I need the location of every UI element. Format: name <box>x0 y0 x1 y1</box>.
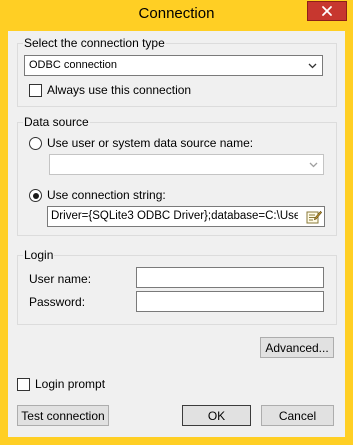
always-use-checkbox[interactable] <box>29 84 42 97</box>
password-field[interactable] <box>136 291 324 312</box>
dialog-body: Select the connection type ODBC connecti… <box>8 31 345 437</box>
login-prompt-checkbox[interactable] <box>17 378 30 391</box>
title-bar[interactable]: Connection <box>0 0 353 31</box>
connection-string-radio[interactable] <box>29 189 42 202</box>
connection-dialog: Connection Select the connection type OD… <box>0 0 353 445</box>
username-field[interactable] <box>136 267 324 288</box>
username-label: User name: <box>29 272 92 286</box>
connection-string-field[interactable]: Driver={SQLite3 ODBC Driver};database=C:… <box>47 206 325 227</box>
dsn-select[interactable] <box>49 154 324 175</box>
chevron-down-icon <box>308 63 317 69</box>
ok-button[interactable]: OK <box>182 405 251 426</box>
connection-type-group-label: Select the connection type <box>23 36 166 50</box>
test-connection-button[interactable]: Test connection <box>17 405 109 426</box>
chevron-down-icon <box>309 162 318 168</box>
close-button[interactable] <box>307 1 347 21</box>
dsn-radio[interactable] <box>29 137 42 150</box>
connection-string-radio-label: Use connection string: <box>47 188 166 202</box>
edit-connection-string-icon[interactable] <box>306 209 322 224</box>
advanced-button[interactable]: Advanced... <box>260 337 334 358</box>
dsn-radio-label: Use user or system data source name: <box>47 136 254 150</box>
login-prompt-label: Login prompt <box>35 377 106 391</box>
close-icon <box>322 6 332 16</box>
password-label: Password: <box>29 295 86 309</box>
login-group-label: Login <box>23 248 55 262</box>
connection-string-value: Driver={SQLite3 ODBC Driver};database=C:… <box>51 210 298 222</box>
login-group <box>17 255 337 325</box>
always-use-label: Always use this connection <box>47 83 192 97</box>
connection-type-select[interactable]: ODBC connection <box>24 55 323 76</box>
window-title: Connection <box>138 5 215 22</box>
cancel-button[interactable]: Cancel <box>261 405 334 426</box>
connection-type-selected-value: ODBC connection <box>29 59 118 71</box>
data-source-group-label: Data source <box>23 115 90 129</box>
